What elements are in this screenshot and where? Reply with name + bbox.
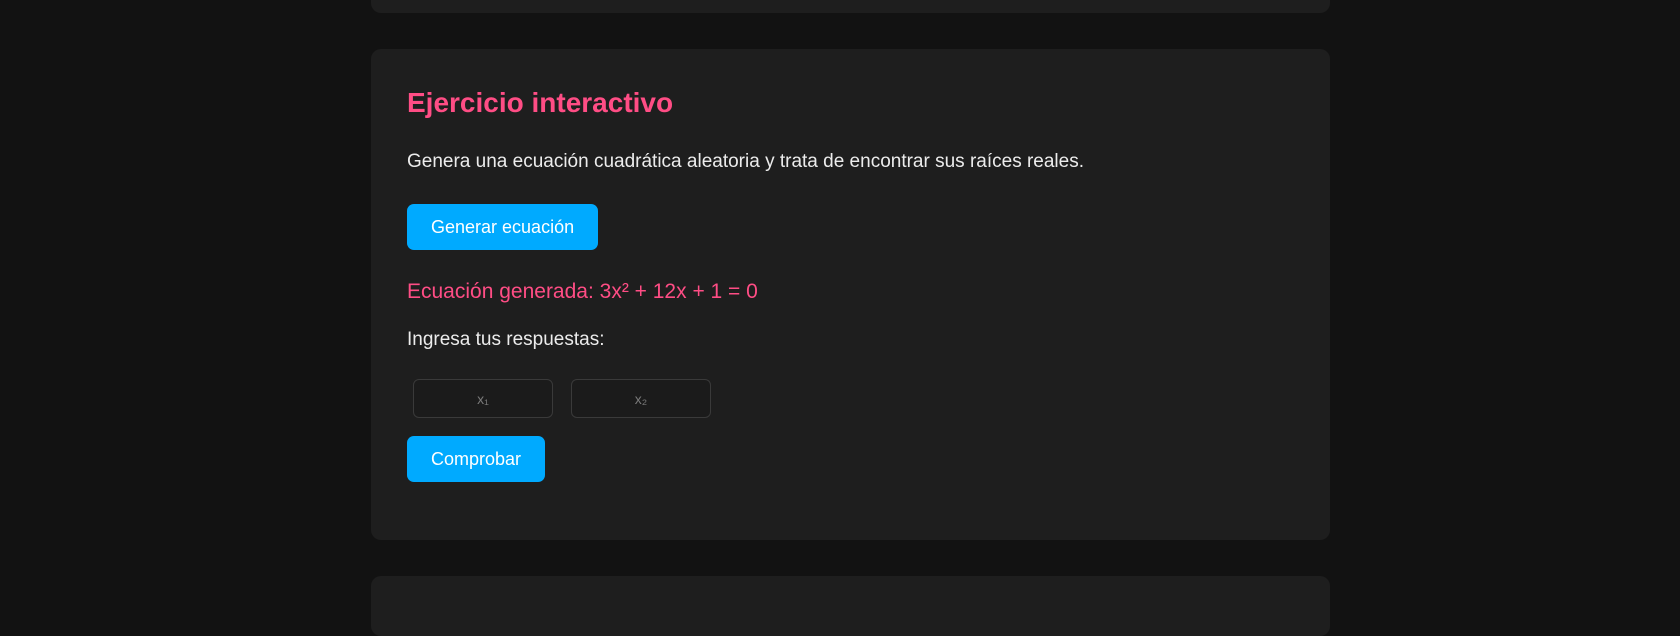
exercise-title: Ejercicio interactivo <box>407 87 674 118</box>
previous-card <box>371 0 1330 13</box>
generated-equation: Ecuación generada: 3x² + 12x + 1 = 0 <box>407 280 758 303</box>
next-card <box>371 576 1330 636</box>
exercise-description: Genera una ecuación cuadrática aleatoria… <box>407 151 1084 172</box>
answer-inputs <box>407 379 1294 418</box>
interactive-exercise-card: Ejercicio interactivo Genera una ecuació… <box>371 49 1330 540</box>
x2-input[interactable] <box>571 379 711 418</box>
answers-label: Ingresa tus respuestas: <box>407 329 605 350</box>
generate-equation-button[interactable]: Generar ecuación <box>407 204 599 250</box>
check-button[interactable]: Comprobar <box>407 436 546 482</box>
x1-input[interactable] <box>413 379 553 418</box>
